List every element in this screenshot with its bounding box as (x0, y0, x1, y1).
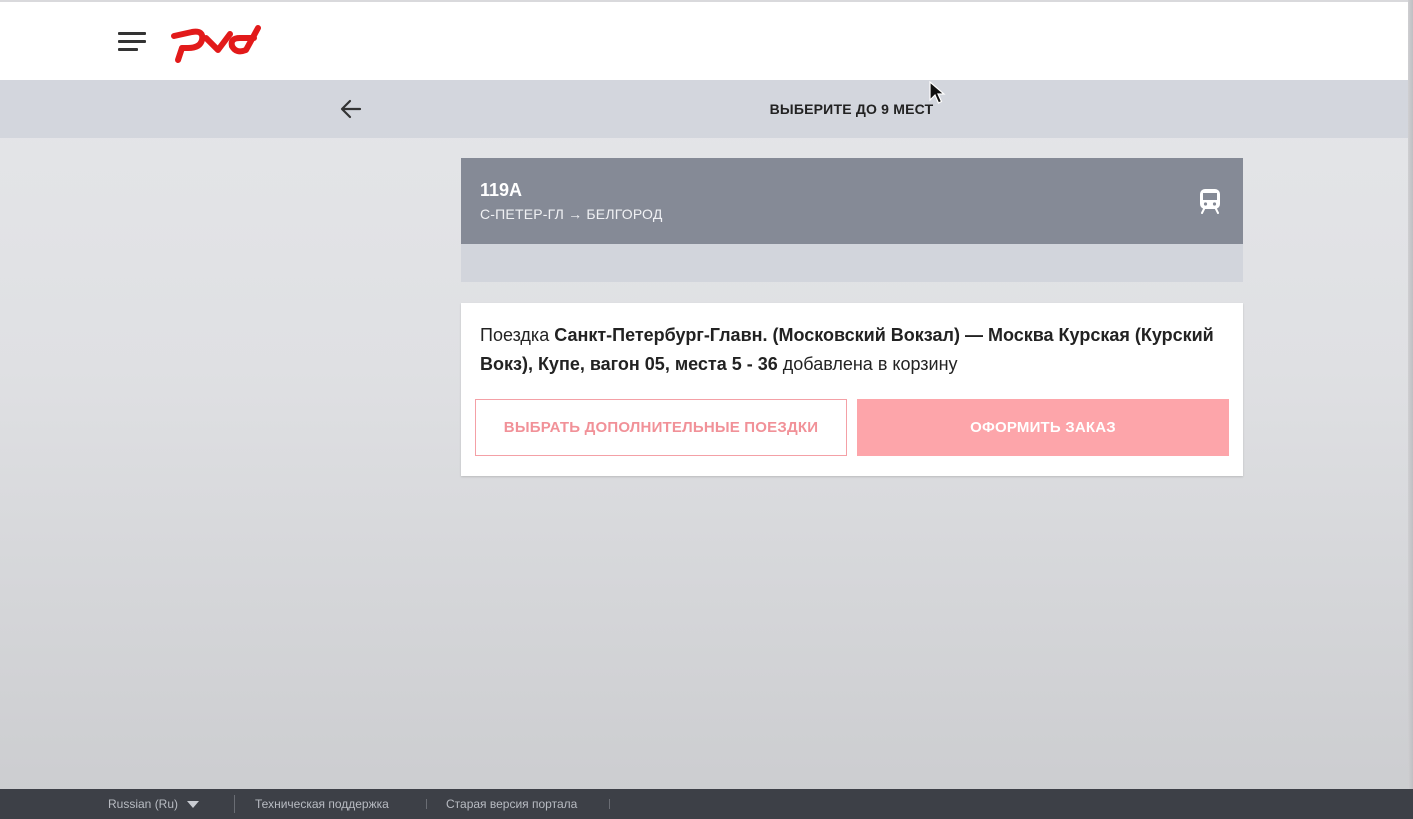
tech-support-link[interactable]: Техническая поддержка (255, 797, 389, 811)
train-header-card: 119А С-ПЕТЕР-ГЛ → БЕЛГОРОД (461, 158, 1243, 244)
mouse-cursor-icon (929, 80, 946, 104)
footer-divider (426, 799, 427, 809)
hamburger-menu-icon[interactable] (118, 32, 146, 54)
choose-additional-trips-button[interactable]: ВЫБРАТЬ ДОПОЛНИТЕЛЬНЫЕ ПОЕЗДКИ (475, 399, 847, 456)
window-edge (1408, 0, 1413, 790)
language-selector[interactable]: Russian (Ru) (108, 797, 200, 811)
footer-bar: Russian (Ru) Техническая поддержка Стара… (0, 789, 1413, 819)
top-navigation-bar (0, 0, 1408, 80)
checkout-button[interactable]: ОФОРМИТЬ ЗАКАЗ (857, 399, 1229, 456)
train-icon (1200, 189, 1220, 214)
confirmation-message: Поездка Санкт-Петербург-Главн. (Московск… (480, 325, 1214, 374)
rzd-logo[interactable] (170, 18, 266, 64)
footer-divider (609, 799, 610, 809)
train-route: С-ПЕТЕР-ГЛ → БЕЛГОРОД (480, 206, 663, 222)
train-details-strip (461, 244, 1243, 282)
page-title: ВЫБЕРИТЕ ДО 9 МЕСТ (769, 101, 934, 117)
old-version-link[interactable]: Старая версия портала (446, 797, 577, 811)
train-number: 119А (480, 180, 523, 200)
cart-confirmation-card: Поездка Санкт-Петербург-Главн. (Московск… (461, 303, 1243, 476)
caret-down-icon (187, 801, 200, 809)
footer-divider (234, 795, 235, 813)
